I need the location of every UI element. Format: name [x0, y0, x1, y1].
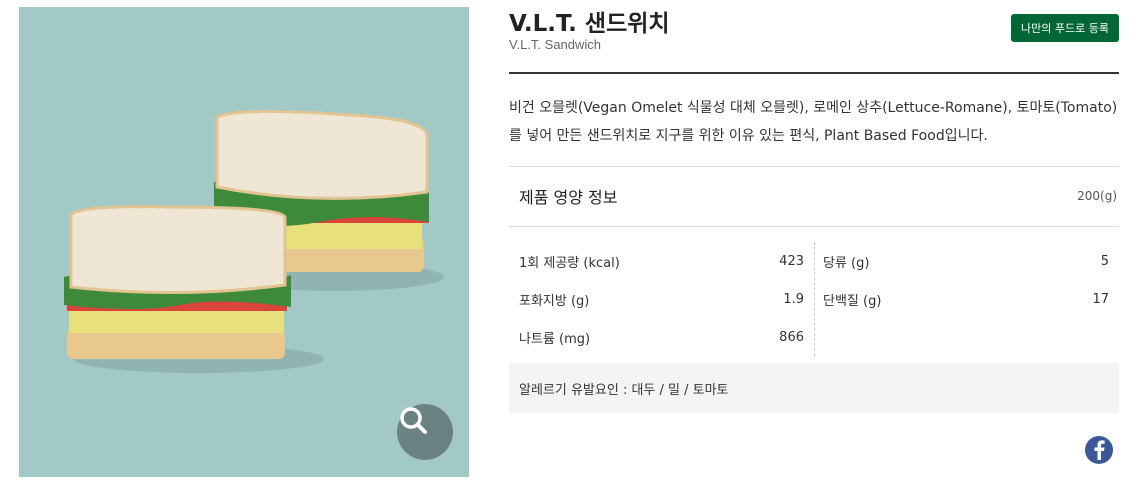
nutrition-serving: 200(g) [1077, 189, 1117, 203]
nutrition-left-column: 1회 제공량 (kcal) 423 포화지방 (g) 1.9 나트륨 (mg) … [509, 242, 815, 356]
nutrition-label: 당류 (g) [823, 255, 870, 271]
product-subtitle: V.L.T. Sandwich [509, 37, 602, 52]
nutrition-title: 제품 영양 정보 [519, 188, 618, 207]
facebook-share-button[interactable] [1085, 436, 1113, 464]
product-description: 비건 오믈렛(Vegan Omelet 식물성 대체 오믈렛), 로메인 상추(… [509, 100, 1118, 144]
nutrition-value: 17 [1092, 291, 1109, 307]
facebook-icon [1094, 440, 1105, 460]
zoom-button[interactable] [397, 404, 453, 460]
nutrition-row: 나트륨 (mg) 866 [509, 318, 814, 356]
nutrition-value: 423 [779, 253, 804, 269]
zoom-search-icon [400, 407, 427, 434]
nutrition-label: 포화지방 (g) [519, 293, 590, 309]
nutrition-row: 당류 (g) 5 [823, 242, 1119, 280]
title-divider [509, 72, 1119, 74]
nutrition-label: 1회 제공량 (kcal) [519, 255, 620, 271]
nutrition-label: 나트륨 (mg) [519, 331, 591, 347]
nutrition-value: 1.9 [783, 291, 804, 307]
product-image [19, 7, 469, 477]
nutrition-row: 단백질 (g) 17 [823, 280, 1119, 318]
nutrition-divider [509, 226, 1119, 227]
description-divider [509, 166, 1119, 167]
nutrition-label: 단백질 (g) [823, 293, 882, 309]
add-favorite-button[interactable]: 나만의 푸드로 등록 [1011, 14, 1119, 42]
allergy-info: 알레르기 유발요인 : 대두 / 밀 / 토마토 [509, 363, 1119, 413]
nutrition-value: 5 [1100, 253, 1109, 269]
nutrition-row: 포화지방 (g) 1.9 [509, 280, 814, 318]
nutrition-right-column: 당류 (g) 5 단백질 (g) 17 [823, 242, 1119, 318]
nutrition-value: 866 [779, 329, 804, 345]
product-title: V.L.T. 샌드위치 [509, 11, 670, 37]
nutrition-row: 1회 제공량 (kcal) 423 [509, 242, 814, 280]
